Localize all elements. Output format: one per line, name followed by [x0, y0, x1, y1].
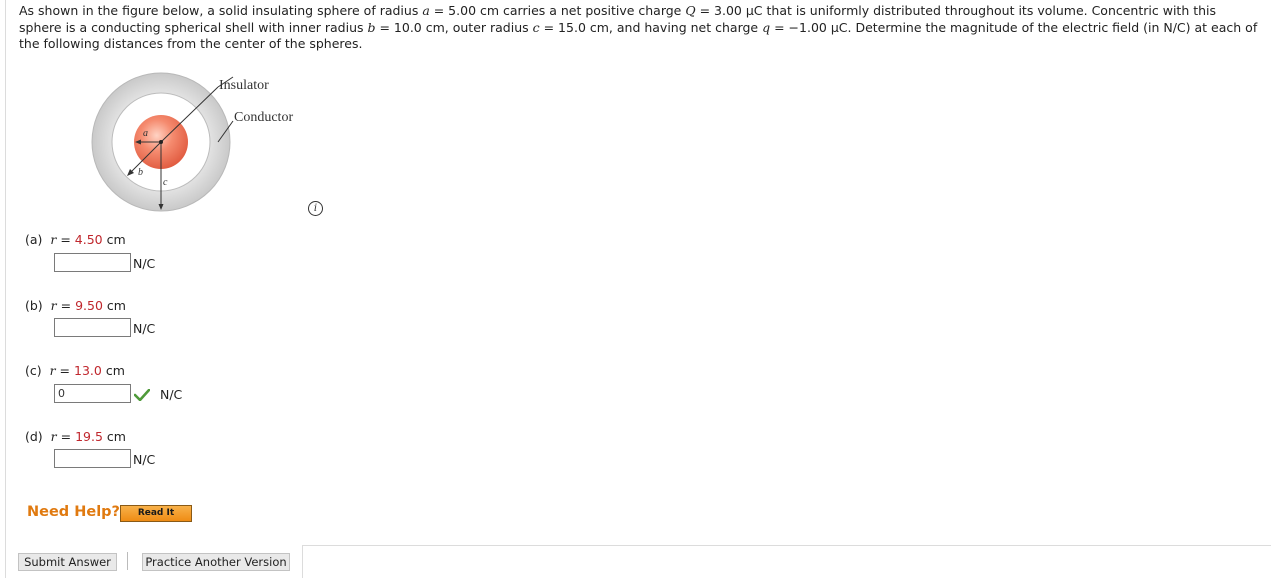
- unit-c: N/C: [160, 387, 183, 402]
- insulator-label: Insulator: [219, 78, 269, 93]
- footer-divider: [302, 545, 1271, 546]
- footer-divider-vertical: [302, 545, 303, 578]
- unit-d: N/C: [133, 452, 156, 467]
- answer-input-a[interactable]: [54, 253, 131, 272]
- practice-another-version-button[interactable]: Practice Another Version: [142, 553, 290, 571]
- unit-a: N/C: [133, 256, 156, 271]
- problem-statement: As shown in the figure below, a solid in…: [19, 3, 1258, 51]
- need-help-label: Need Help?: [27, 504, 120, 520]
- spheres-figure: a b c Insulator Conductor: [85, 66, 315, 216]
- button-separator: [127, 552, 128, 570]
- label-c: c: [163, 177, 168, 188]
- part-b-label: (b) r = 9.50 cm: [25, 298, 126, 313]
- info-icon[interactable]: i: [308, 201, 323, 216]
- answer-input-c[interactable]: 0: [54, 384, 131, 403]
- answer-input-b[interactable]: [54, 318, 131, 337]
- conductor-label: Conductor: [234, 110, 293, 125]
- unit-b: N/C: [133, 321, 156, 336]
- part-d-label: (d) r = 19.5 cm: [25, 429, 126, 444]
- check-icon: [134, 389, 150, 401]
- answer-input-d[interactable]: [54, 449, 131, 468]
- part-a-label: (a) r = 4.50 cm: [25, 232, 126, 247]
- part-c-label: (c) r = 13.0 cm: [25, 363, 125, 378]
- left-border: [5, 0, 6, 578]
- submit-answer-button[interactable]: Submit Answer: [18, 553, 117, 571]
- label-b: b: [138, 167, 143, 178]
- read-it-button[interactable]: Read It: [120, 505, 192, 522]
- label-a: a: [143, 128, 148, 139]
